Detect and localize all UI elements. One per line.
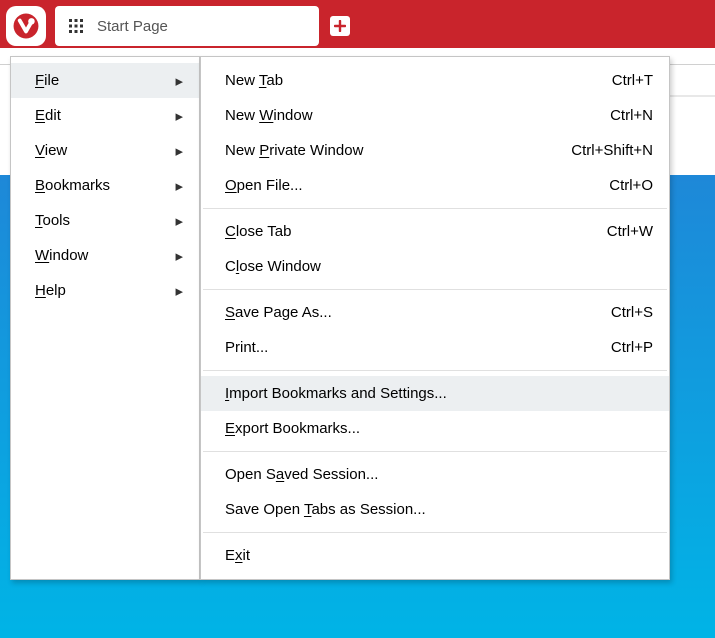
file-menu-item-new-tab[interactable]: New Tab Ctrl+T <box>201 63 669 98</box>
file-menu-item-print[interactable]: Print... Ctrl+P <box>201 330 669 365</box>
new-tab-button[interactable] <box>330 16 350 36</box>
browser-tab[interactable]: Start Page <box>55 6 319 46</box>
file-menu-item-close-window[interactable]: Close Window <box>201 249 669 284</box>
menu-label: Exit <box>225 547 250 564</box>
menu-separator <box>203 370 667 371</box>
main-menu-item-bookmarks[interactable]: Bookmarks ▸ <box>11 168 199 203</box>
menu-label: Close Window <box>225 258 321 275</box>
menu-label: New Tab <box>225 72 283 89</box>
menu-label: New Private Window <box>225 142 363 159</box>
main-menu-item-view[interactable]: View ▸ <box>11 133 199 168</box>
file-menu-item-exit[interactable]: Exit <box>201 538 669 573</box>
menu-shortcut: Ctrl+O <box>609 177 653 194</box>
file-menu-item-close-tab[interactable]: Close Tab Ctrl+W <box>201 214 669 249</box>
main-menu-item-file[interactable]: File ▸ <box>11 63 199 98</box>
file-menu-item-open-session[interactable]: Open Saved Session... <box>201 457 669 492</box>
menu-label: New Window <box>225 107 313 124</box>
file-menu-item-new-window[interactable]: New Window Ctrl+N <box>201 98 669 133</box>
menu-label: Open File... <box>225 177 303 194</box>
menu-separator <box>203 208 667 209</box>
main-menu-item-help[interactable]: Help ▸ <box>11 273 199 308</box>
menu-label: Export Bookmarks... <box>225 420 360 437</box>
main-menu: File▸Edit▸View▸Bookmarks▸Tools▸Window▸He… <box>10 56 200 580</box>
file-menu-item-export[interactable]: Export Bookmarks... <box>201 411 669 446</box>
menu-shortcut: Ctrl+Shift+N <box>571 142 653 159</box>
file-menu-item-open-file[interactable]: Open File... Ctrl+O <box>201 168 669 203</box>
menu-shortcut: Ctrl+W <box>607 223 653 240</box>
submenu-arrow-icon: ▸ <box>175 247 183 265</box>
file-menu-item-new-private[interactable]: New Private Window Ctrl+Shift+N <box>201 133 669 168</box>
main-menu-item-tools[interactable]: Tools ▸ <box>11 203 199 238</box>
menu-label: Save Page As... <box>225 304 332 321</box>
speed-dial-icon <box>69 19 83 33</box>
menu-label: Close Tab <box>225 223 291 240</box>
file-submenu: New Tab Ctrl+T New Window Ctrl+N New Private… <box>200 56 670 580</box>
submenu-arrow-icon: ▸ <box>175 72 183 90</box>
file-menu-item-save-page-as[interactable]: Save Page As... Ctrl+S <box>201 295 669 330</box>
menu-shortcut: Ctrl+S <box>611 304 653 321</box>
main-menu-item-edit[interactable]: Edit ▸ <box>11 98 199 133</box>
menu-label: Edit <box>35 107 61 124</box>
menu-separator <box>203 532 667 533</box>
menu-label: Save Open Tabs as Session... <box>225 501 426 518</box>
menu-label: Print... <box>225 339 268 356</box>
file-menu-item-save-session[interactable]: Save Open Tabs as Session... <box>201 492 669 527</box>
submenu-arrow-icon: ▸ <box>175 212 183 230</box>
menu-label: Import Bookmarks and Settings... <box>225 385 447 402</box>
file-menu-item-import[interactable]: Import Bookmarks and Settings... <box>201 376 669 411</box>
menu-shortcut: Ctrl+P <box>611 339 653 356</box>
menu-separator <box>203 289 667 290</box>
menu-shortcut: Ctrl+T <box>612 72 653 89</box>
menu-label: Open Saved Session... <box>225 466 378 483</box>
submenu-arrow-icon: ▸ <box>175 282 183 300</box>
tab-title: Start Page <box>97 18 168 35</box>
main-menu-item-window[interactable]: Window ▸ <box>11 238 199 273</box>
menu-container: File▸Edit▸View▸Bookmarks▸Tools▸Window▸He… <box>10 56 670 580</box>
menu-label: Tools <box>35 212 70 229</box>
menu-label: File <box>35 72 59 89</box>
menu-label: Help <box>35 282 66 299</box>
submenu-arrow-icon: ▸ <box>175 107 183 125</box>
menu-label: View <box>35 142 67 159</box>
menu-separator <box>203 451 667 452</box>
menu-shortcut: Ctrl+N <box>610 107 653 124</box>
plus-icon <box>334 20 346 32</box>
menu-label: Bookmarks <box>35 177 110 194</box>
menu-label: Window <box>35 247 88 264</box>
submenu-arrow-icon: ▸ <box>175 177 183 195</box>
vivaldi-logo-icon[interactable] <box>6 6 46 46</box>
submenu-arrow-icon: ▸ <box>175 142 183 160</box>
